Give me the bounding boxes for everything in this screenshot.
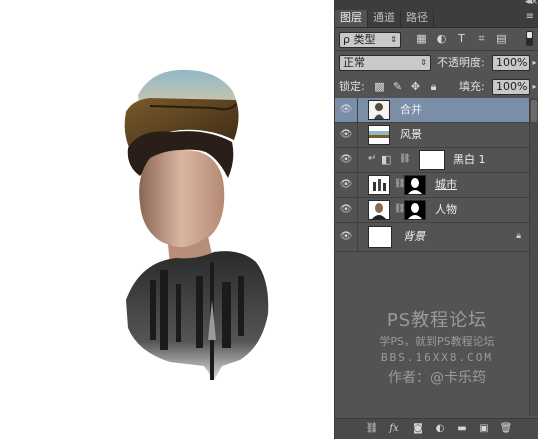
watermark-author: 作者：@卡乐筠 xyxy=(388,370,486,386)
layer-merged[interactable]: 👁︎ 合并 xyxy=(335,98,530,123)
eye-icon[interactable]: 👁︎ xyxy=(335,123,358,147)
layer-thumbnail xyxy=(368,100,390,120)
layer-thumbnail xyxy=(368,226,392,248)
fill-label: 填充: xyxy=(459,80,485,93)
blend-mode-value: 正常 xyxy=(343,56,365,69)
shape-filter-icon[interactable]: ⌗ xyxy=(475,32,488,45)
layer-mask-thumbnail xyxy=(404,175,426,195)
layer-person[interactable]: 👁︎ ⛓ 人物 xyxy=(335,198,530,223)
adjustment-filter-icon[interactable]: ◐ xyxy=(435,32,448,45)
opacity-input[interactable]: 100% xyxy=(492,55,530,71)
layers-bottom-toolbar: ⛓ fx ◙ ◐ ▬ ▣ 🗑︎ xyxy=(335,418,538,439)
eye-icon[interactable]: 👁︎ xyxy=(335,148,358,172)
fill-input[interactable]: 100% xyxy=(492,79,530,95)
watermark-subtitle: 学PS，就到PS教程论坛 xyxy=(379,335,495,348)
opacity-arrow-icon[interactable]: ▸ xyxy=(528,56,538,69)
close-panel-icon[interactable]: × xyxy=(530,0,538,7)
new-layer-icon[interactable]: ▣ xyxy=(477,422,491,436)
clip-arrow-icon: ↵ xyxy=(368,153,377,164)
filter-toggle[interactable] xyxy=(526,31,533,46)
smart-object-filter-icon[interactable]: ▤ xyxy=(495,32,508,45)
lock-icon: 🔒︎ xyxy=(516,231,521,241)
tab-layers[interactable]: 图层 xyxy=(335,10,368,27)
type-filter-icon[interactable]: T xyxy=(455,32,468,45)
layer-mask-thumbnail xyxy=(419,150,445,170)
lock-label: 锁定: xyxy=(339,80,365,93)
tab-channels[interactable]: 通道 xyxy=(368,10,401,27)
delete-layer-icon[interactable]: 🗑︎ xyxy=(499,422,513,436)
layers-panel: ◂◂ × 图层 通道 路径 ≡ ρ 类型 ⇕ ▦ ◐ T ⌗ ▤ 正常 ⇕ 不透… xyxy=(334,0,538,439)
lock-image-pixels-icon[interactable]: ✎ xyxy=(391,80,404,93)
new-adjustment-layer-icon[interactable]: ◐ xyxy=(433,422,447,436)
lock-position-icon[interactable]: ✥ xyxy=(409,80,422,93)
layer-thumbnail xyxy=(368,200,390,220)
layer-name: 黑白 1 xyxy=(453,153,486,166)
layer-thumbnail xyxy=(368,125,390,145)
pixel-filter-icon[interactable]: ▦ xyxy=(415,32,428,45)
filter-kind-label: ρ 类型 xyxy=(343,33,376,46)
collapse-panel-icon[interactable]: ◂◂ xyxy=(525,0,532,7)
blend-row: 正常 ⇕ 不透明度: 100% ▸ xyxy=(335,51,538,75)
watermark-url: BBS.16XX8.COM xyxy=(380,351,494,364)
tab-paths[interactable]: 路径 xyxy=(401,10,434,27)
layer-background[interactable]: 👁︎ 背景 🔒︎ xyxy=(335,223,530,252)
layer-thumbnail xyxy=(368,175,390,195)
add-mask-icon[interactable]: ◙ xyxy=(411,422,425,436)
document-canvas[interactable] xyxy=(0,0,333,439)
layer-landscape[interactable]: 👁︎ 风景 xyxy=(335,123,530,148)
filter-kind-dropdown[interactable]: ρ 类型 ⇕ xyxy=(339,32,401,48)
layer-name: 人物 xyxy=(435,203,457,216)
lock-transparent-pixels-icon[interactable]: ▩ xyxy=(373,80,386,93)
lock-row: 锁定: ▩ ✎ ✥ 🔒︎ 填充: 100% ▸ xyxy=(335,75,538,99)
layer-black-white[interactable]: 👁︎ ↵ ◧ ⛓ 黑白 1 xyxy=(335,148,530,173)
lock-all-icon[interactable]: 🔒︎ xyxy=(427,80,440,93)
chevron-down-icon: ⇕ xyxy=(420,58,427,67)
watermark: PS教程论坛 学PS，就到PS教程论坛 BBS.16XX8.COM 作者：@卡乐… xyxy=(335,310,538,387)
eye-icon[interactable]: 👁︎ xyxy=(335,98,358,122)
opacity-value: 100% xyxy=(496,56,528,69)
eye-icon[interactable]: 👁︎ xyxy=(335,223,358,251)
watermark-title: PS教程论坛 xyxy=(386,310,488,331)
adjustment-layer-icon: ◧ xyxy=(381,153,392,166)
panel-tabs: 图层 通道 路径 ≡ xyxy=(335,9,538,28)
filter-row: ρ 类型 ⇕ ▦ ◐ T ⌗ ▤ xyxy=(335,28,538,50)
layer-city[interactable]: 👁︎ ⛓ 城市 xyxy=(335,173,530,198)
layer-name: 合并 xyxy=(400,103,422,116)
panel-header-bar: ◂◂ × xyxy=(335,0,538,9)
chevron-down-icon: ⇕ xyxy=(390,35,397,44)
opacity-label: 不透明度: xyxy=(437,56,485,69)
fill-arrow-icon[interactable]: ▸ xyxy=(528,80,538,93)
layer-style-icon[interactable]: fx xyxy=(387,422,401,436)
layer-name: 风景 xyxy=(400,128,422,141)
new-group-icon[interactable]: ▬ xyxy=(455,422,469,436)
link-icon[interactable]: ⛓ xyxy=(399,154,410,164)
layers-list: 👁︎ 合并 👁︎ 风景 👁︎ ↵ ◧ ⛓ 黑白 1 👁︎ ⛓ 城市 👁︎ ⛓ 人… xyxy=(335,98,530,252)
double-exposure-artwork xyxy=(124,69,269,380)
eye-icon[interactable]: 👁︎ xyxy=(335,173,358,197)
eye-icon[interactable]: 👁︎ xyxy=(335,198,358,222)
layer-name: 城市 xyxy=(435,178,457,191)
blend-mode-dropdown[interactable]: 正常 ⇕ xyxy=(339,55,431,71)
layer-mask-thumbnail xyxy=(404,200,426,220)
panel-menu-icon[interactable]: ≡ xyxy=(526,11,534,22)
fill-value: 100% xyxy=(496,80,528,93)
layer-name: 背景 xyxy=(403,230,425,243)
link-layers-icon[interactable]: ⛓ xyxy=(365,422,379,436)
